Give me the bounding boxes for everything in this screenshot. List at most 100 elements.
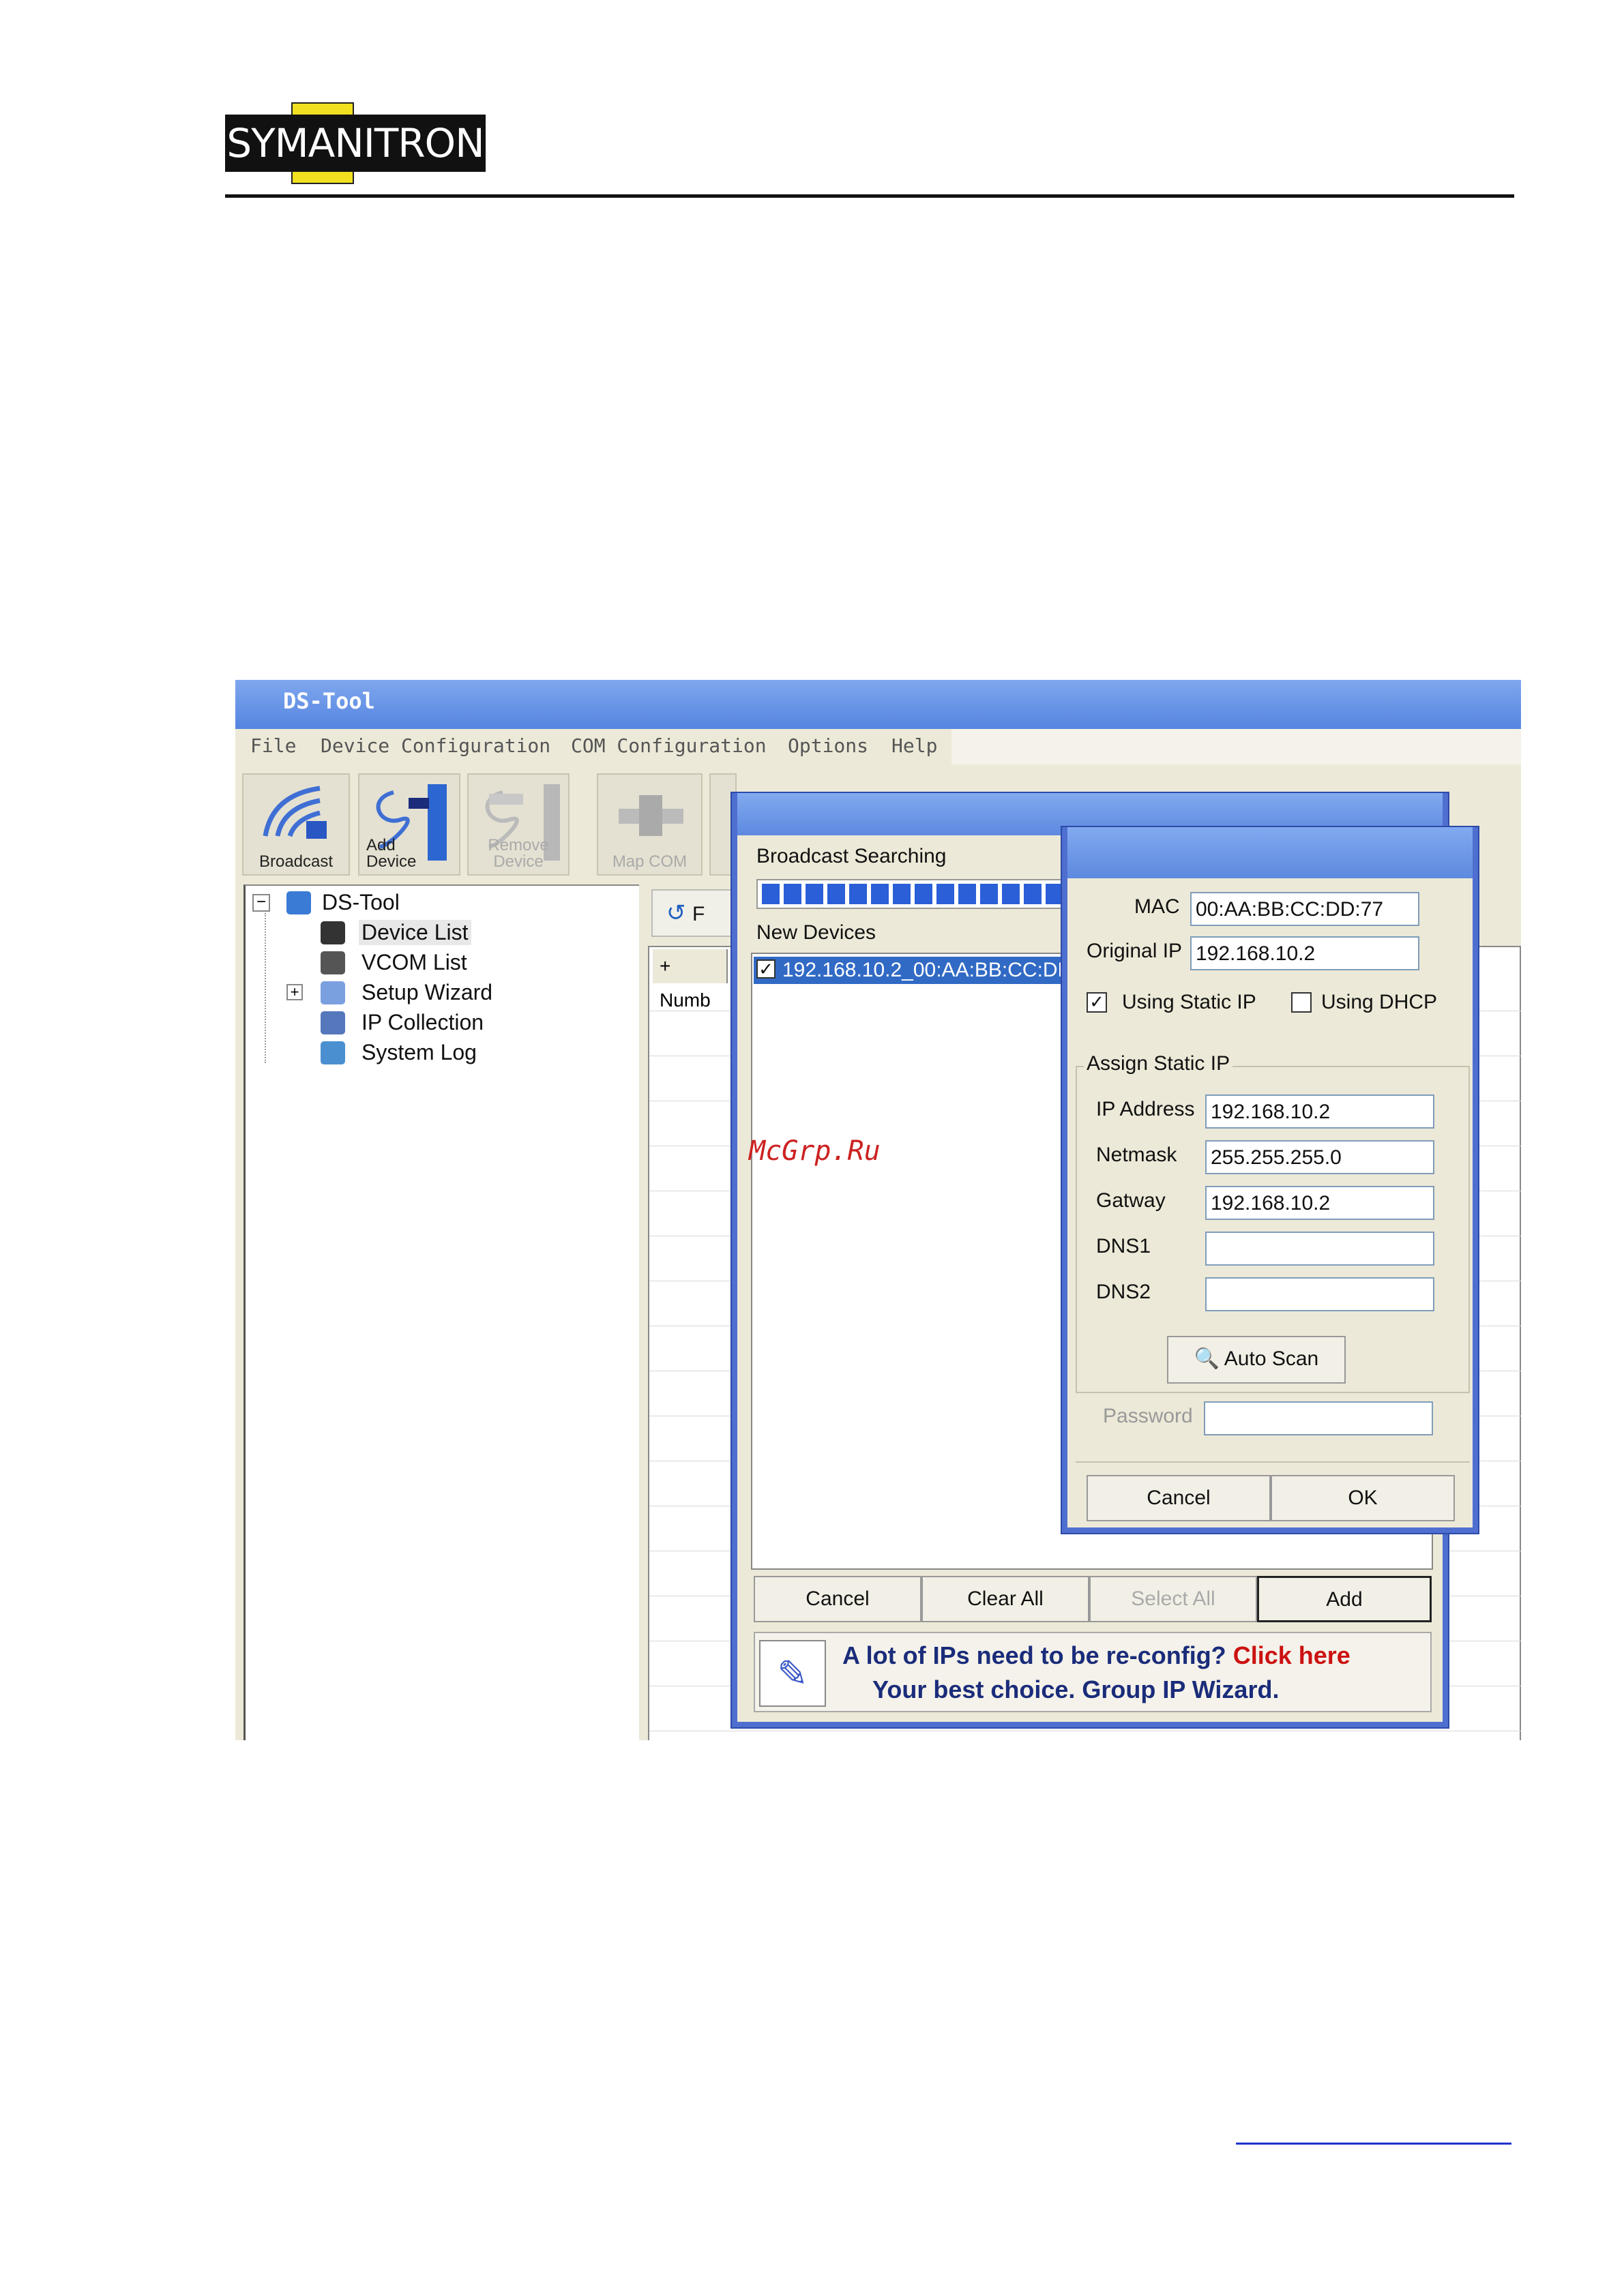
new-devices-label: New Devices (756, 921, 876, 944)
menu-help[interactable]: Help (891, 734, 937, 757)
refresh-label: F (692, 903, 705, 925)
tree-item-system-log[interactable]: System Log (361, 1040, 477, 1065)
auto-scan-label: Auto Scan (1224, 1347, 1319, 1370)
column-header-number[interactable]: + Numb (653, 949, 728, 1011)
device-checkbox[interactable]: ✓ (756, 959, 776, 979)
select-all-button[interactable]: Select All (1089, 1576, 1257, 1622)
map-com-icon (619, 795, 683, 836)
mac-field[interactable]: 00:AA:BB:CC:DD:77 (1190, 892, 1419, 926)
broadcast-label: Broadcast (259, 852, 334, 871)
menu-device-configuration[interactable]: Device Configuration (321, 734, 550, 757)
progress-block (958, 884, 976, 904)
dialog-divider (1076, 1461, 1470, 1463)
add-button[interactable]: Add (1257, 1576, 1432, 1622)
click-here-link[interactable]: Click here (1233, 1641, 1350, 1669)
original-ip-field[interactable]: 192.168.10.2 (1190, 936, 1419, 970)
cancel-button[interactable]: Cancel (754, 1576, 921, 1622)
progress-block (1002, 884, 1020, 904)
logo-text: SYMANITRON (226, 120, 484, 166)
footer-link-underline[interactable] (1236, 2143, 1511, 2145)
static-ip-checkbox[interactable]: ✓ (1087, 992, 1107, 1013)
device-list-icon (321, 921, 345, 944)
group-ip-wizard-banner: ✎ A lot of IPs need to be re-config? Cli… (754, 1632, 1432, 1712)
tree-item-ip-collection[interactable]: IP Collection (361, 1010, 484, 1035)
collapse-icon[interactable]: − (252, 894, 270, 912)
broadcast-button[interactable]: Broadcast (242, 773, 350, 876)
banner-line-1: A lot of IPs need to be re-config? Click… (842, 1641, 1350, 1670)
mac-label: MAC (1134, 895, 1180, 918)
tree-item-setup-wizard[interactable]: Setup Wizard (361, 980, 492, 1005)
progress-block (806, 884, 823, 904)
dns1-field[interactable] (1205, 1232, 1434, 1266)
progress-block (915, 884, 932, 904)
computer-icon (286, 891, 311, 914)
tree-item-vcom-list[interactable]: VCOM List (361, 950, 467, 975)
refresh-button[interactable]: ↺ F (651, 889, 733, 937)
broadcast-icon (263, 786, 327, 839)
vcom-list-icon (321, 951, 345, 974)
progress-block (871, 884, 889, 904)
ok-button[interactable]: OK (1271, 1475, 1455, 1521)
expand-icon[interactable]: + (286, 984, 303, 1000)
navigation-tree: − DS-Tool Device List VCOM List + Setup … (243, 884, 639, 1740)
add-device-button[interactable]: Add Device (358, 773, 460, 876)
device-row-label: 192.168.10.2_00:AA:BB:CC:DD: (782, 959, 1078, 981)
progress-block (1046, 884, 1063, 904)
map-com-label: Map COM (612, 852, 688, 871)
password-label: Password (1103, 1405, 1193, 1427)
auto-scan-button[interactable]: 🔍 Auto Scan (1167, 1336, 1346, 1384)
netmask-label: Netmask (1096, 1144, 1177, 1166)
ip-address-field[interactable]: 192.168.10.2 (1205, 1094, 1434, 1129)
menu-com-configuration[interactable]: COM Configuration (571, 734, 767, 757)
progress-block (784, 884, 801, 904)
original-ip-label: Original IP (1087, 940, 1183, 962)
dns1-label: DNS1 (1096, 1235, 1151, 1257)
tree-guide-line (265, 913, 266, 1063)
magnifier-icon: 🔍 (1194, 1347, 1220, 1370)
dhcp-checkbox[interactable] (1291, 992, 1312, 1013)
setup-wizard-icon (321, 981, 345, 1004)
progress-block (849, 884, 867, 904)
ip-cancel-button[interactable]: Cancel (1087, 1475, 1271, 1521)
dns2-label: DNS2 (1096, 1281, 1151, 1303)
title-bar: DS-Tool (235, 680, 1521, 729)
menu-options[interactable]: Options (788, 734, 868, 757)
static-ip-label: Using Static IP (1122, 991, 1256, 1013)
broadcast-status: Broadcast Searching (756, 845, 947, 867)
add-device-label: Add Device (366, 836, 417, 871)
progress-block (893, 884, 911, 904)
progress-block (936, 884, 954, 904)
ip-address-label: IP Address (1096, 1098, 1195, 1120)
symanitron-logo: SYMANITRON (225, 102, 486, 184)
ip-collection-icon (321, 1011, 345, 1034)
banner-line-2: Your best choice. Group IP Wizard. (872, 1675, 1280, 1703)
menu-file[interactable]: File (250, 734, 296, 757)
gateway-label: Gatway (1096, 1189, 1166, 1212)
progress-block (1024, 884, 1042, 904)
progress-block (827, 884, 845, 904)
assign-static-ip-group: Assign Static IP IP Address 192.168.10.2… (1076, 1052, 1470, 1393)
window-title: DS-Tool (283, 688, 375, 714)
clear-all-button[interactable]: Clear All (921, 1576, 1089, 1622)
remove-device-label: Remove Device (488, 836, 549, 871)
wizard-wand-icon: ✎ (759, 1640, 826, 1707)
gateway-field[interactable]: 192.168.10.2 (1205, 1186, 1434, 1220)
header-rule (225, 194, 1514, 198)
remove-device-button[interactable]: Remove Device (467, 773, 570, 876)
progress-block (980, 884, 998, 904)
progress-block (762, 884, 780, 904)
ip-dialog-titlebar (1067, 827, 1473, 878)
menu-bar-filler (951, 729, 1521, 764)
netmask-field[interactable]: 255.255.255.0 (1205, 1140, 1434, 1174)
ip-config-dialog: MAC 00:AA:BB:CC:DD:77 Original IP 192.16… (1062, 827, 1478, 1533)
dhcp-label: Using DHCP (1321, 991, 1438, 1013)
system-log-icon (321, 1041, 345, 1064)
group-title: Assign Static IP (1084, 1052, 1233, 1075)
banner-question: A lot of IPs need to be re-config? (842, 1641, 1226, 1669)
password-field[interactable] (1204, 1401, 1433, 1435)
map-com-button[interactable]: Map COM (597, 773, 703, 876)
dns2-field[interactable] (1205, 1277, 1434, 1311)
watermark: McGrp.Ru (749, 1135, 881, 1167)
tree-item-device-list[interactable]: Device List (359, 920, 471, 945)
tree-root[interactable]: DS-Tool (322, 890, 400, 915)
